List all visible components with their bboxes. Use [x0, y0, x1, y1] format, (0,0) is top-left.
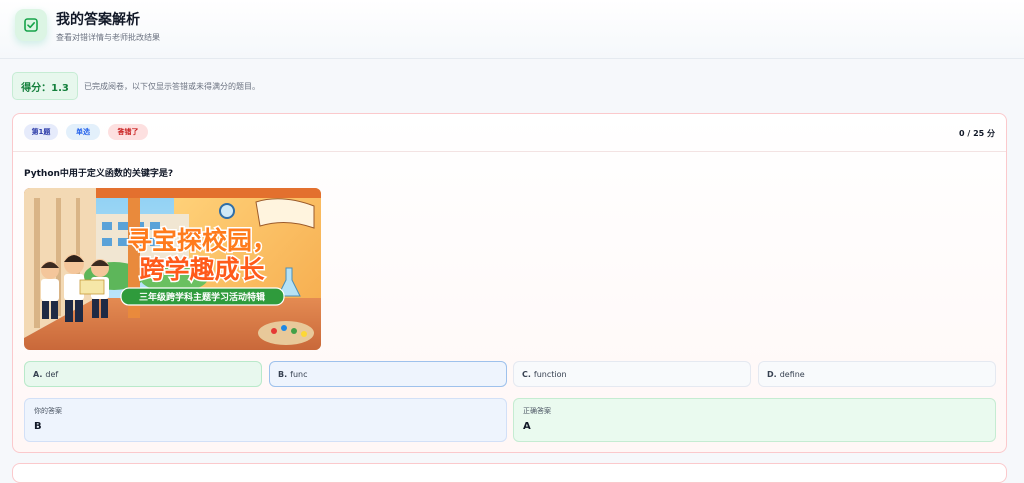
question-text: Python中用于定义函数的关键字是? [24, 169, 174, 179]
page-title: 我的答案解析 [56, 12, 140, 28]
image-title-line1: 寻宝探校园， [127, 226, 277, 255]
image-banner: 三年级跨学科主题学习活动特辑 [139, 291, 265, 303]
option-d[interactable]: D. define [758, 361, 996, 387]
option-text: function [533, 369, 567, 379]
status-badge: 答错了 [108, 124, 148, 140]
page-header: 我的答案解析 查看对错详情与老师批改结果 [0, 0, 1024, 59]
your-answer-value: B [34, 421, 42, 432]
option-a[interactable]: A. def [24, 361, 262, 387]
question-card-header: 第1题 单选 答错了 0 / 25 分 [13, 114, 1006, 152]
option-key: D. [767, 369, 777, 379]
next-question-card [12, 463, 1007, 483]
option-key: A. [33, 369, 43, 379]
image-title-line2: 跨学趣成长 [139, 255, 265, 284]
score-note: 已完成阅卷，以下仅显示答错或未得满分的题目。 [84, 82, 260, 91]
question-points: 0 / 25 分 [959, 129, 995, 138]
question-number-tag: 第1题 [24, 124, 58, 140]
option-text: func [290, 369, 308, 379]
option-key: B. [278, 369, 288, 379]
question-card: 第1题 单选 答错了 0 / 25 分 Python中用于定义函数的关键字是? [12, 113, 1007, 453]
question-type-tag: 单选 [66, 124, 100, 140]
your-answer-label: 你的答案 [34, 407, 62, 415]
correct-answer-box: 正确答案 A [513, 398, 996, 442]
option-key: C. [522, 369, 531, 379]
option-b[interactable]: B. func [269, 361, 507, 387]
option-c[interactable]: C. function [513, 361, 751, 387]
your-answer-box: 你的答案 B [24, 398, 507, 442]
page-subtitle: 查看对错详情与老师批改结果 [56, 33, 160, 42]
option-text: define [779, 369, 805, 379]
checkbox-icon [15, 9, 47, 41]
option-text: def [45, 369, 59, 379]
correct-answer-label: 正确答案 [523, 407, 551, 415]
score-badge: 得分：1.3 [12, 72, 78, 100]
correct-answer-value: A [523, 421, 531, 432]
question-image: 寻宝探校园， 跨学趣成长 三年级跨学科主题学习活动特辑 [24, 188, 321, 350]
